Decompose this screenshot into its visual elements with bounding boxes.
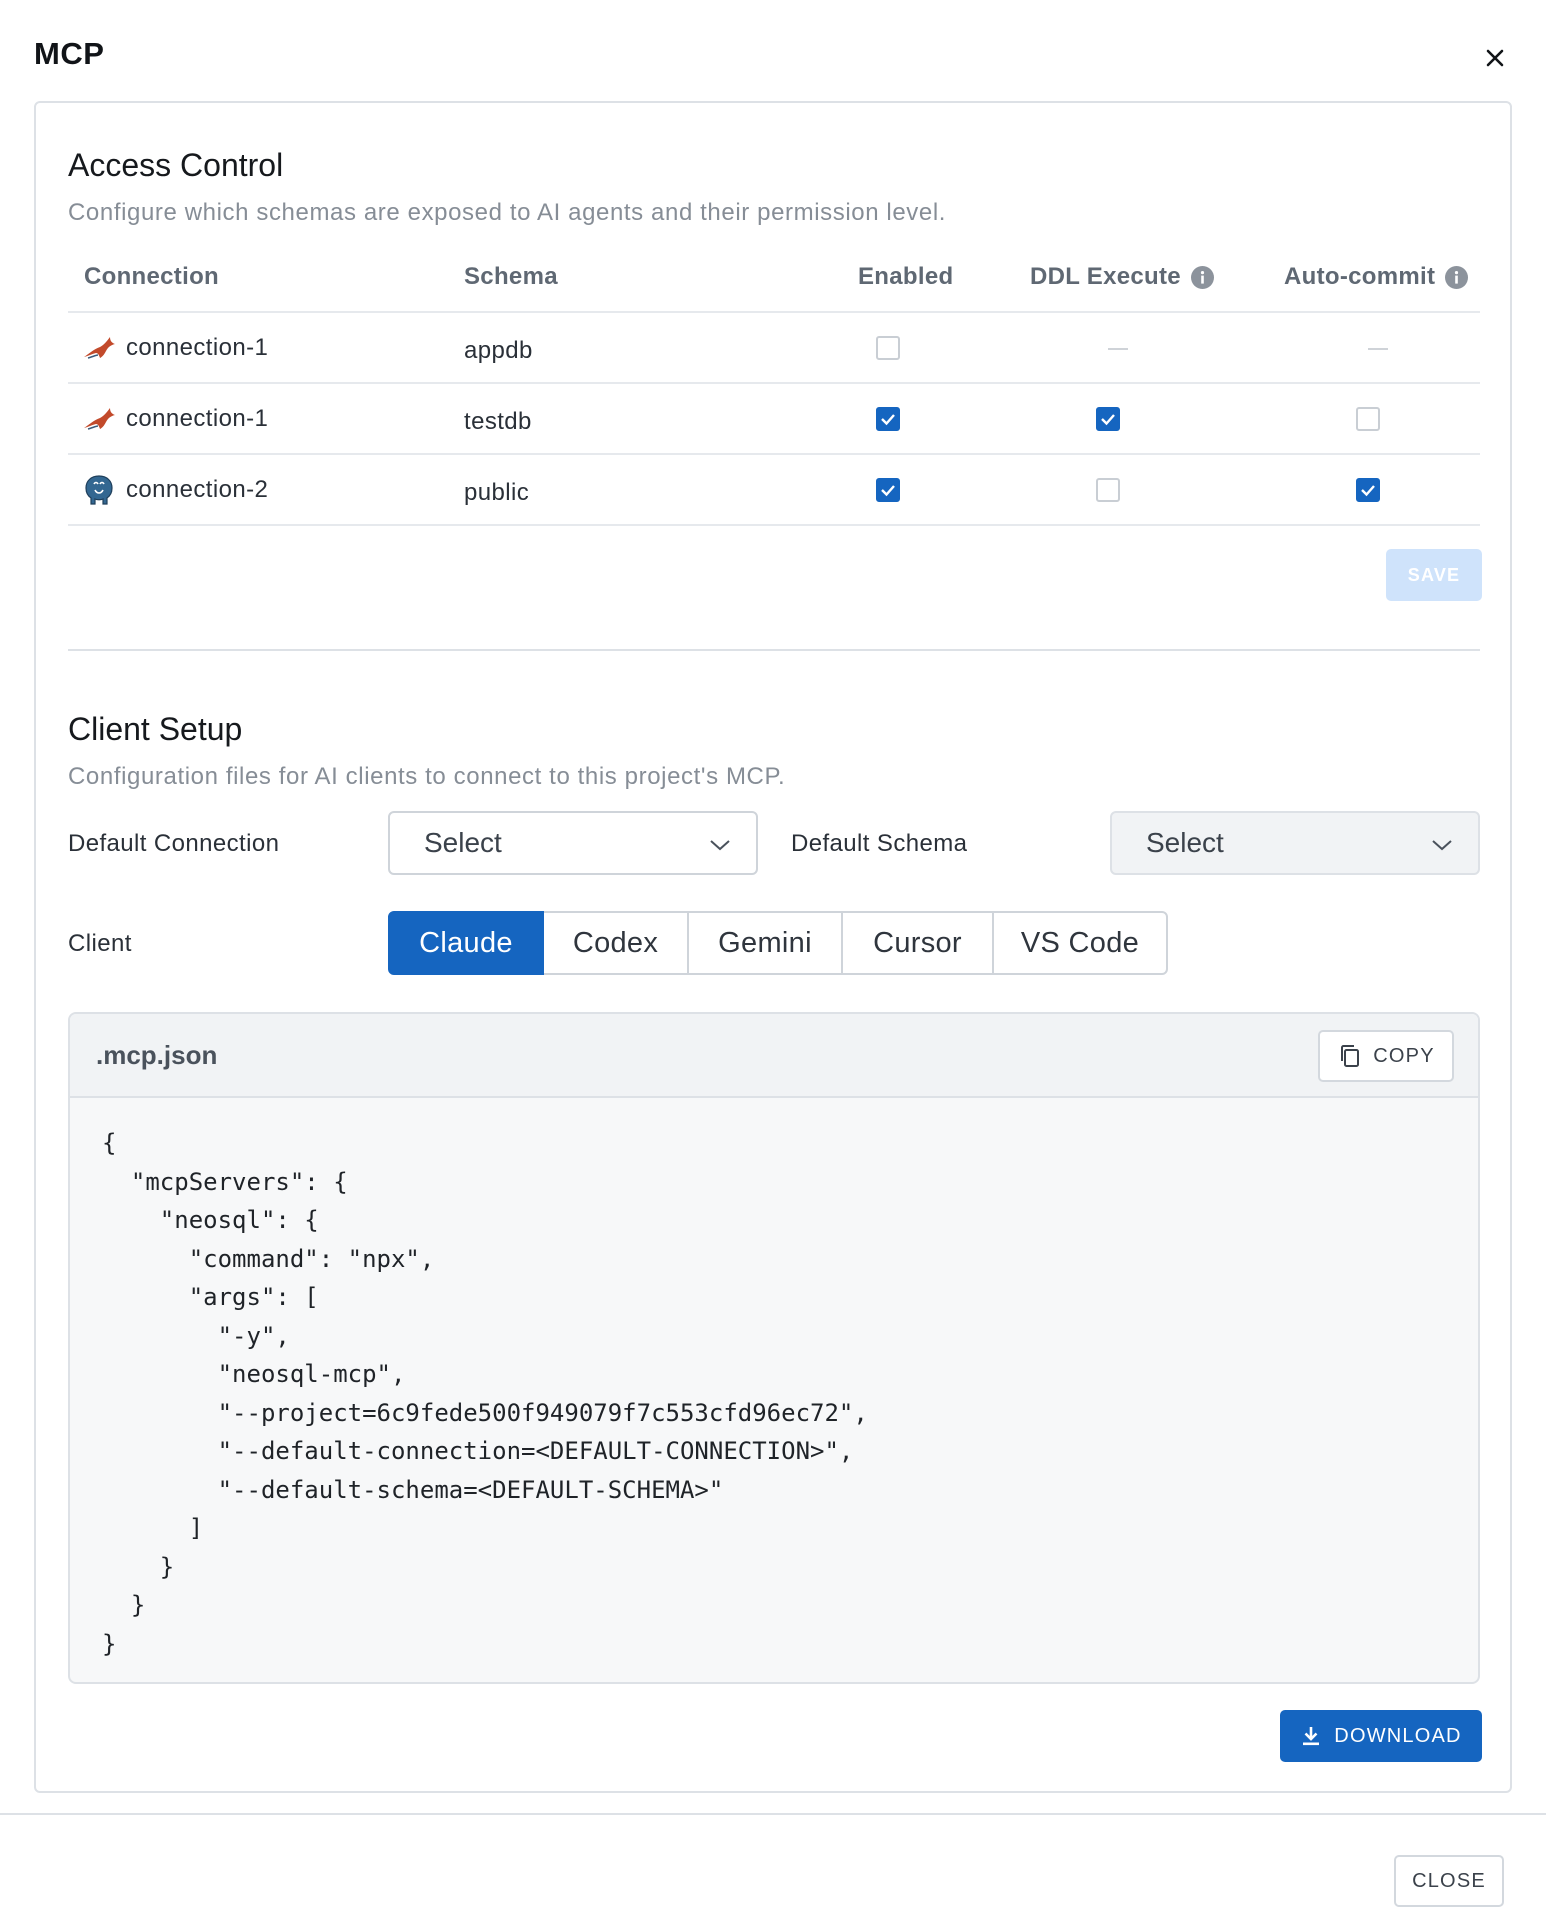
dialog-title: MCP xyxy=(34,36,105,71)
copy-label: COPY xyxy=(1373,1044,1435,1067)
default-schema-select[interactable]: Select xyxy=(1110,811,1480,875)
config-code-panel: .mcp.json COPY { "mcpServers": { "neosql… xyxy=(68,1012,1480,1684)
table-row: connection-1 appdb xyxy=(68,313,1480,384)
default-connection-value: Select xyxy=(424,827,502,858)
copy-icon xyxy=(1337,1043,1363,1069)
connection-cell: connection-1 xyxy=(82,331,268,365)
connection-name: connection-1 xyxy=(126,405,269,432)
client-tabs: Claude Codex Gemini Cursor VS Code xyxy=(388,911,1168,975)
mysql-dolphin-icon xyxy=(82,331,116,365)
enabled-checkbox[interactable] xyxy=(876,478,900,502)
save-button[interactable]: SAVE xyxy=(1386,549,1482,601)
tab-claude[interactable]: Claude xyxy=(388,911,544,975)
default-schema-value: Select xyxy=(1146,827,1224,858)
connection-name: connection-2 xyxy=(126,476,269,503)
download-icon xyxy=(1300,1725,1322,1747)
column-header-auto-commit: Auto-commit xyxy=(1284,263,1469,291)
mcp-dialog: MCP Access Control Configure which schem… xyxy=(0,0,1546,1930)
chevron-down-icon xyxy=(1432,840,1452,851)
config-code: { "mcpServers": { "neosql": { "command":… xyxy=(102,1129,868,1658)
access-control-description: Configure which schemas are exposed to A… xyxy=(68,199,947,226)
connection-cell: connection-1 xyxy=(82,402,268,436)
auto-commit-checkbox[interactable] xyxy=(1356,407,1380,431)
code-header: .mcp.json COPY xyxy=(70,1014,1478,1098)
postgresql-elephant-icon xyxy=(82,473,116,507)
connection-cell: connection-2 xyxy=(82,473,268,507)
tab-gemini[interactable]: Gemini xyxy=(687,911,843,975)
copy-button[interactable]: COPY xyxy=(1318,1030,1454,1082)
auto-commit-label: Auto-commit xyxy=(1284,263,1436,290)
info-icon[interactable] xyxy=(1190,265,1214,289)
dialog-header: MCP xyxy=(0,0,1546,100)
enabled-checkbox[interactable] xyxy=(876,407,900,431)
mysql-dolphin-icon xyxy=(82,402,116,436)
info-icon[interactable] xyxy=(1445,265,1469,289)
access-control-table: Connection Schema Enabled DDL Execute Au… xyxy=(68,241,1480,526)
auto-commit-checkbox[interactable] xyxy=(1356,478,1380,502)
tab-vs-code[interactable]: VS Code xyxy=(992,911,1168,975)
footer-divider xyxy=(0,1813,1546,1815)
schema-name: appdb xyxy=(464,337,533,364)
table-header: Connection Schema Enabled DDL Execute Au… xyxy=(68,241,1480,313)
tab-codex[interactable]: Codex xyxy=(542,911,689,975)
column-header-enabled: Enabled xyxy=(858,263,954,290)
config-file-name: .mcp.json xyxy=(96,1040,218,1070)
default-connection-label: Default Connection xyxy=(68,830,280,857)
client-setup-title: Client Setup xyxy=(68,711,243,747)
enabled-checkbox[interactable] xyxy=(876,336,900,360)
default-connection-select[interactable]: Select xyxy=(388,811,758,875)
client-setup-description: Configuration files for AI clients to co… xyxy=(68,763,786,790)
ddl-execute-checkbox[interactable] xyxy=(1096,478,1120,502)
schema-name: public xyxy=(464,479,530,506)
ddl-execute-label: DDL Execute xyxy=(1030,263,1181,290)
table-row: connection-1 testdb xyxy=(68,384,1480,455)
chevron-down-icon xyxy=(710,840,730,851)
column-header-ddl-execute: DDL Execute xyxy=(1030,263,1214,291)
auto-commit-unavailable xyxy=(1368,348,1388,350)
ddl-execute-checkbox[interactable] xyxy=(1096,407,1120,431)
column-header-schema: Schema xyxy=(464,263,558,290)
content-card: Access Control Configure which schemas a… xyxy=(34,101,1512,1793)
ddl-execute-unavailable xyxy=(1108,348,1128,350)
schema-name: testdb xyxy=(464,408,532,435)
client-label: Client xyxy=(68,930,132,957)
column-header-connection: Connection xyxy=(84,263,219,290)
table-row: connection-2 public xyxy=(68,455,1480,526)
default-schema-label: Default Schema xyxy=(791,830,968,857)
access-control-title: Access Control xyxy=(68,147,284,183)
close-icon[interactable] xyxy=(1477,40,1513,76)
download-label: DOWNLOAD xyxy=(1334,1724,1462,1747)
section-divider xyxy=(68,649,1480,651)
close-button[interactable]: CLOSE xyxy=(1394,1855,1504,1907)
tab-cursor[interactable]: Cursor xyxy=(841,911,994,975)
download-button[interactable]: DOWNLOAD xyxy=(1280,1710,1482,1762)
connection-name: connection-1 xyxy=(126,334,269,361)
